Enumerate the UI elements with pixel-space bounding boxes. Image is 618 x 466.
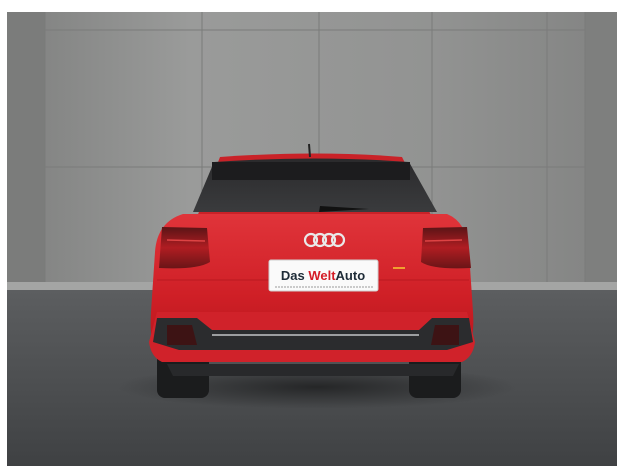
car-photo: Das WeltAuto [7,12,617,466]
plate-text-welt: Welt [308,268,336,283]
right-tail-light [421,227,471,269]
plate-text-auto: Auto [336,268,366,283]
photo-frame: Das WeltAuto [7,12,617,466]
left-tail-light [159,227,210,269]
plate-text-das: Das [281,268,308,283]
antenna [308,143,311,158]
svg-text:Das WeltAuto: Das WeltAuto [281,268,365,283]
